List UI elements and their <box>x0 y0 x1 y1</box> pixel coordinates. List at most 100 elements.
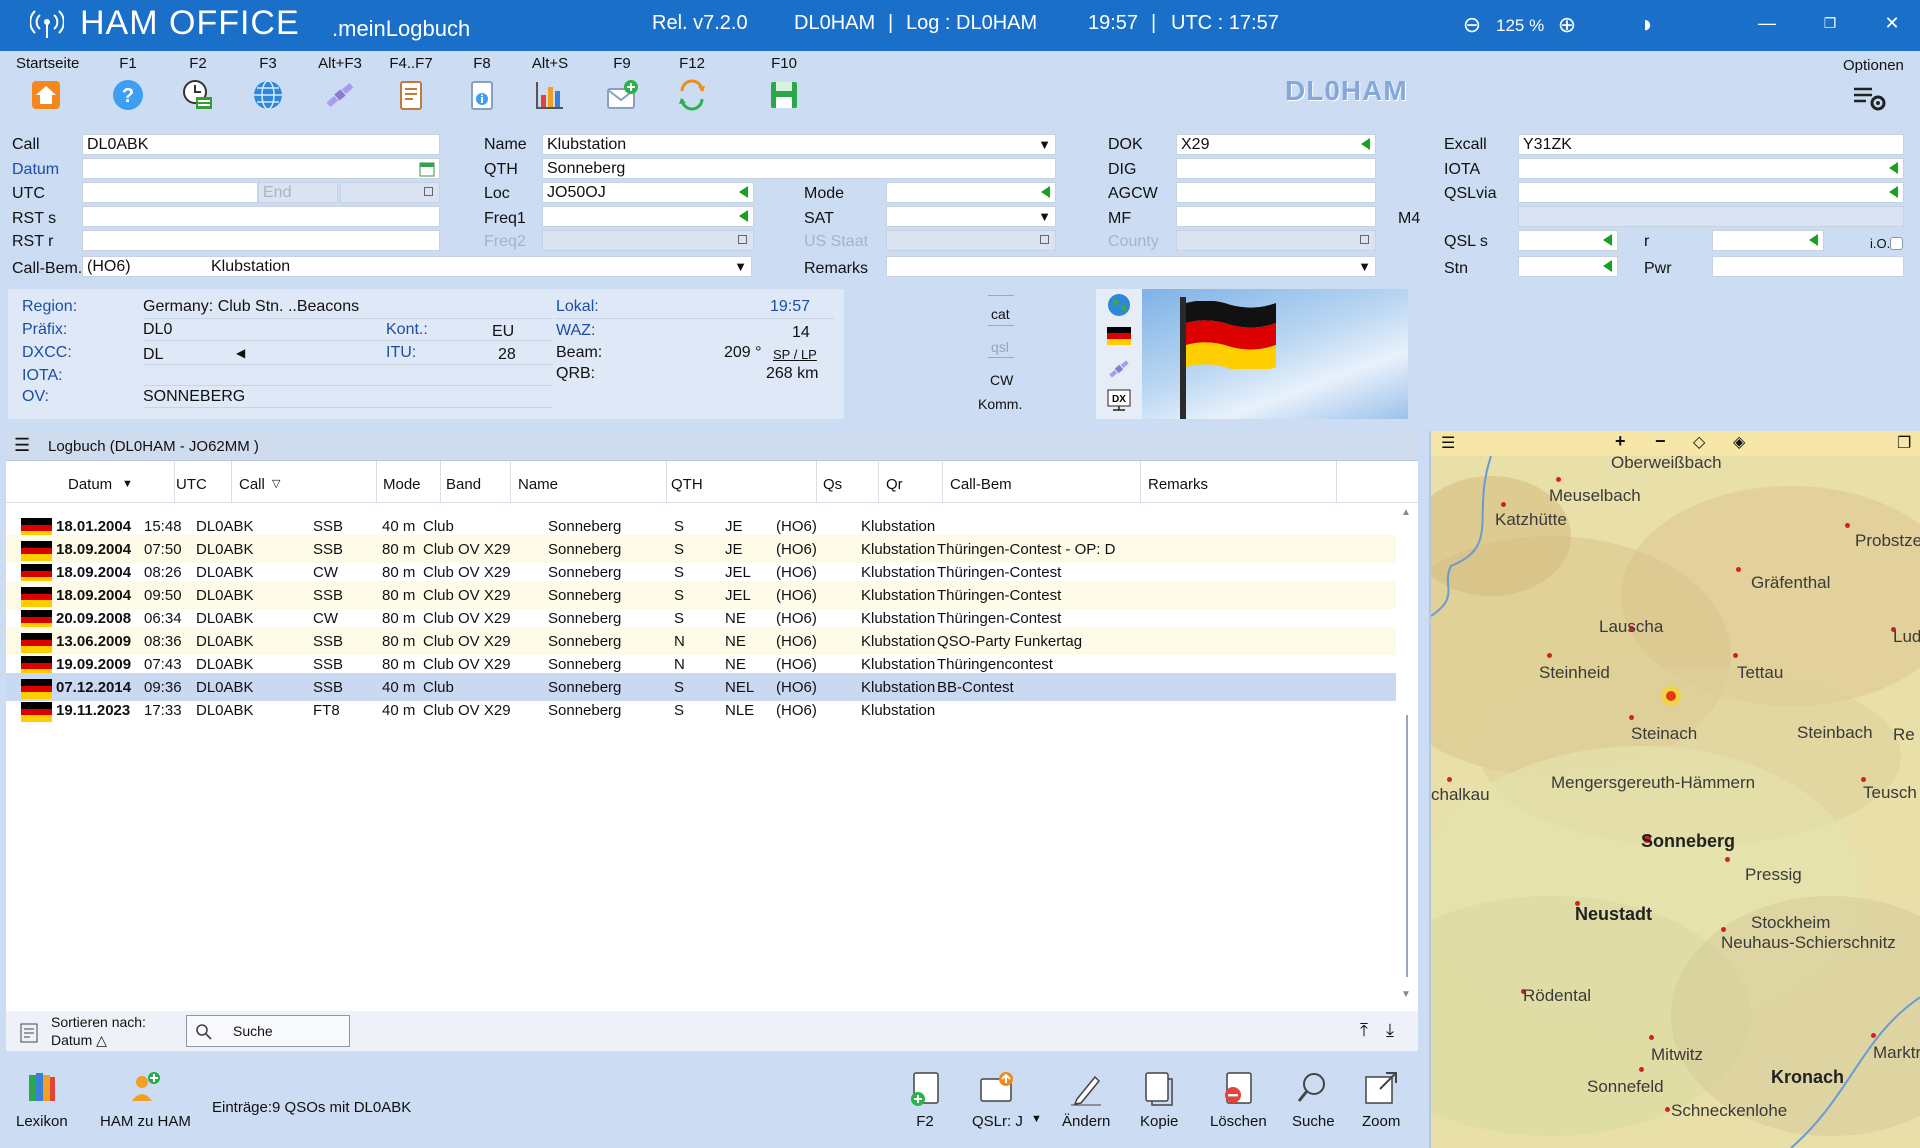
cell-qs: S <box>674 702 685 719</box>
remarks-select[interactable]: ▼ <box>886 256 1376 277</box>
datum-input[interactable] <box>82 158 440 179</box>
zoom-level: 125 % <box>1496 16 1545 35</box>
new-entry-button[interactable]: F2 <box>906 1069 944 1130</box>
toolbar-sync-button[interactable]: F12 <box>662 55 722 111</box>
qsl-received-input[interactable] <box>1712 230 1824 251</box>
excall-input[interactable]: Y31ZK <box>1518 134 1904 155</box>
stn-input[interactable] <box>1518 256 1618 277</box>
utc-input[interactable] <box>82 182 258 203</box>
call-input[interactable]: DL0ABK <box>82 134 440 155</box>
col-name[interactable]: Name <box>518 476 558 493</box>
logbook-menu-icon[interactable]: ☰ <box>14 435 30 456</box>
col-band[interactable]: Band <box>446 476 481 493</box>
restore-button[interactable]: ❐ <box>1815 8 1845 38</box>
copy-button[interactable]: Kopie <box>1140 1069 1178 1130</box>
search-button[interactable]: Suche <box>1292 1069 1335 1130</box>
cw-indicator[interactable]: CW <box>990 372 1013 388</box>
qslr-dropdown-icon[interactable]: ▼ <box>1031 1113 1042 1125</box>
col-utc[interactable]: UTC <box>176 476 207 493</box>
scroll-top-icon[interactable]: ⤒ <box>1360 1020 1368 1041</box>
freq1-input[interactable] <box>542 206 754 227</box>
pwr-input[interactable] <box>1712 256 1904 277</box>
map-panel[interactable]: ☰ + − ◇ ◈ ❐ Oberweißbach Meuselbach Katz… <box>1429 431 1920 1148</box>
map-menu-icon[interactable]: ☰ <box>1441 433 1455 453</box>
map-zoom-in-icon[interactable]: + <box>1615 431 1626 452</box>
scroll-up-icon[interactable]: ▲ <box>1401 507 1411 518</box>
mode-input[interactable] <box>886 182 1056 203</box>
io-checkbox[interactable] <box>1890 237 1903 250</box>
col-qs[interactable]: Qs <box>823 476 842 493</box>
cell-remarks: Thüringen-Contest <box>937 564 1062 581</box>
satellite-icon[interactable] <box>1107 357 1131 381</box>
col-call-bem[interactable]: Call-Bem <box>950 476 1012 493</box>
qslvia-input[interactable] <box>1518 182 1904 203</box>
filter-icon[interactable]: ▽ <box>272 477 280 490</box>
sort-value[interactable]: Datum △ <box>51 1032 107 1049</box>
dx-cluster-icon[interactable]: DX <box>1107 389 1131 413</box>
komm-label[interactable]: Komm. <box>978 396 1022 412</box>
toolbar-mail-button[interactable]: F9 <box>592 55 652 111</box>
scrollbar-thumb[interactable] <box>1406 715 1408 977</box>
name-select[interactable]: Klubstation ▼ <box>542 134 1056 155</box>
sp-lp-link[interactable]: SP / LP <box>773 347 817 362</box>
dok-input[interactable]: X29 <box>1176 134 1376 155</box>
toolbar-statistics-button[interactable]: Alt+S <box>520 55 580 111</box>
toolbar-globe-button[interactable]: F3 <box>238 55 298 111</box>
toolbar-documents-button[interactable]: F4..F7 <box>381 55 441 111</box>
search-input[interactable]: Suche <box>186 1015 350 1047</box>
toolbar-save-button[interactable]: F10 <box>754 55 814 111</box>
theme-toggle-icon[interactable]: ◑ <box>1630 10 1660 40</box>
rst-sent-input[interactable] <box>82 206 440 227</box>
call-bem-select[interactable]: (HO6) Klubstation ▼ <box>82 256 752 277</box>
dxcc-arrow-icon[interactable]: ◀ <box>236 346 245 360</box>
loc-input[interactable]: JO50OJ <box>542 182 754 203</box>
close-button[interactable]: ✕ <box>1877 8 1907 38</box>
col-remarks[interactable]: Remarks <box>1148 476 1208 493</box>
agcw-input[interactable] <box>1176 182 1376 203</box>
ham-zu-ham-button[interactable]: HAM zu HAM <box>100 1069 191 1130</box>
rst-received-input[interactable] <box>82 230 440 251</box>
green-arrow-icon <box>1603 234 1612 246</box>
col-qr[interactable]: Qr <box>886 476 903 493</box>
sort-list-icon[interactable] <box>20 1023 38 1043</box>
col-datum[interactable]: Datum <box>68 476 112 493</box>
dig-input[interactable] <box>1176 158 1376 179</box>
flag-germany-icon[interactable] <box>1107 327 1131 345</box>
sort-desc-icon[interactable]: ▼ <box>122 478 133 490</box>
zoom-button[interactable]: Zoom <box>1362 1069 1400 1130</box>
mf-input[interactable] <box>1176 206 1376 227</box>
qsl-received-button[interactable]: QSLr: J <box>972 1069 1023 1130</box>
cat-indicator[interactable]: cat <box>991 306 1010 322</box>
toolbar-help-button[interactable]: F1 ? <box>98 55 158 111</box>
lock-icon <box>738 235 747 244</box>
table-scrollbar[interactable]: ▲ ▼ <box>1398 505 1416 1005</box>
map-locate-icon[interactable]: ◈ <box>1733 432 1745 452</box>
map-zoom-out-icon[interactable]: − <box>1655 431 1666 452</box>
table-row[interactable]: 19.11.2023 17:33 DL0ABK FT8 40 m Club OV X29 S… <box>6 696 1396 724</box>
globe-icon[interactable] <box>1107 293 1131 317</box>
qsl-sent-input[interactable] <box>1518 230 1618 251</box>
iota-input[interactable] <box>1518 158 1904 179</box>
toolbar-home-button[interactable]: Startseite <box>16 55 79 111</box>
qsl-indicator[interactable]: qsl <box>991 339 1009 355</box>
zoom-in-icon[interactable]: ⊕ <box>1552 10 1582 40</box>
col-mode[interactable]: Mode <box>383 476 421 493</box>
toolbar-satellite-button[interactable]: Alt+F3 <box>310 55 370 111</box>
map-popout-icon[interactable]: ❐ <box>1897 433 1911 453</box>
lexikon-button[interactable]: Lexikon <box>16 1069 68 1130</box>
toolbar-info-button[interactable]: F8 <box>452 55 512 111</box>
sat-select[interactable]: ▼ <box>886 206 1056 227</box>
scroll-down-icon[interactable]: ▼ <box>1401 989 1411 1000</box>
edit-button[interactable]: Ändern <box>1062 1069 1110 1130</box>
delete-button[interactable]: Löschen <box>1210 1069 1267 1130</box>
col-call[interactable]: Call <box>239 476 265 493</box>
toolbar-new-qso-button[interactable]: F2 <box>168 55 228 111</box>
col-qth[interactable]: QTH <box>671 476 703 493</box>
map-center-icon[interactable]: ◇ <box>1693 432 1705 452</box>
zoom-out-icon[interactable]: ⊖ <box>1457 10 1487 40</box>
options-menu-icon[interactable] <box>1852 83 1892 113</box>
minimize-button[interactable]: — <box>1752 8 1782 38</box>
scroll-bottom-icon[interactable]: ⤓ <box>1386 1020 1394 1041</box>
qth-input[interactable]: Sonneberg <box>542 158 1056 179</box>
calendar-icon[interactable] <box>419 161 435 177</box>
